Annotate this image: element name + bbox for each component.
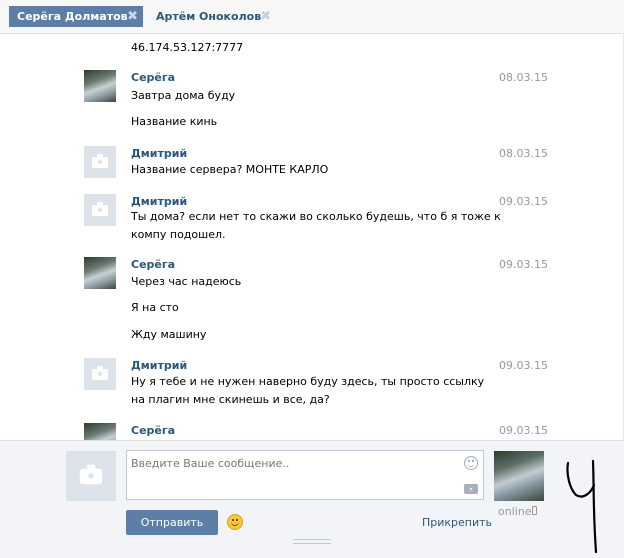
message-text: Ну я тебе и не нужен наверно буду здесь,… [131, 375, 485, 406]
my-avatar[interactable] [66, 451, 116, 501]
avatar[interactable] [84, 70, 116, 102]
emoji-icon[interactable] [227, 514, 243, 530]
close-icon[interactable]: ✖ [127, 6, 138, 27]
smile-icon[interactable] [464, 456, 478, 470]
camera-icon[interactable] [464, 484, 478, 494]
avatar[interactable] [84, 257, 116, 289]
message-author[interactable]: Дмитрий [131, 359, 187, 372]
message-input-box[interactable] [126, 450, 484, 500]
tab-serega-dolmatov[interactable]: Серёга Долматов ✖ [9, 6, 143, 27]
message-text: Я на сто [131, 301, 179, 314]
message-composer: online Отправить Прикрепить [0, 440, 624, 558]
message-text: Жду машину [131, 328, 207, 341]
handwritten-mark [566, 459, 598, 554]
message-author[interactable]: Серёга [131, 424, 175, 437]
message-author[interactable]: Дмитрий [131, 195, 187, 208]
message-input[interactable] [131, 455, 451, 471]
message-author[interactable]: Дмитрий [131, 147, 187, 160]
camera-icon [79, 464, 103, 485]
message-date[interactable]: 09.03.15 [499, 258, 548, 271]
message-date[interactable]: 09.03.15 [499, 359, 548, 372]
dialog-tabs: Серёга Долматов ✖ Артём Оноколов ✖ [0, 0, 624, 34]
message-date[interactable]: 08.03.15 [499, 147, 548, 160]
attach-link[interactable]: Прикрепить [422, 516, 492, 529]
avatar[interactable] [84, 194, 116, 226]
avatar[interactable] [84, 358, 116, 390]
camera-icon [92, 154, 108, 168]
message-author[interactable]: Серёга [131, 258, 175, 271]
message-date[interactable]: 09.03.15 [499, 195, 548, 208]
camera-icon [92, 366, 108, 380]
online-status: online [498, 505, 532, 518]
resize-handle[interactable] [293, 539, 331, 544]
tab-label: Артём Оноколов [156, 10, 262, 23]
message-text: Завтра дома буду [131, 89, 236, 102]
message-author[interactable]: Серёга [131, 71, 175, 84]
tab-artem-onokolov[interactable]: Артём Оноколов ✖ [148, 6, 276, 27]
avatar[interactable] [84, 423, 116, 440]
message-text: Название кинь [131, 115, 218, 128]
camera-icon [92, 202, 108, 216]
message-history[interactable]: 46.174.53.127:7777 Серёга 08.03.15 Завтр… [0, 34, 624, 440]
tab-label: Серёга Долматов [17, 10, 128, 23]
message-text: Ты дома? если нет то скажи во сколько бу… [131, 210, 501, 241]
message-date[interactable]: 09.03.15 [499, 424, 548, 437]
message-text: Название сервера? МОНТЕ КАРЛО [131, 163, 329, 176]
friend-avatar[interactable] [494, 451, 544, 501]
mobile-icon [532, 506, 537, 515]
message-date[interactable]: 08.03.15 [499, 71, 548, 84]
send-button[interactable]: Отправить [126, 510, 218, 535]
close-icon[interactable]: ✖ [260, 6, 271, 27]
message-text: 46.174.53.127:7777 [131, 41, 244, 54]
avatar[interactable] [84, 146, 116, 178]
message-text: Через час надеюсь [131, 275, 242, 288]
